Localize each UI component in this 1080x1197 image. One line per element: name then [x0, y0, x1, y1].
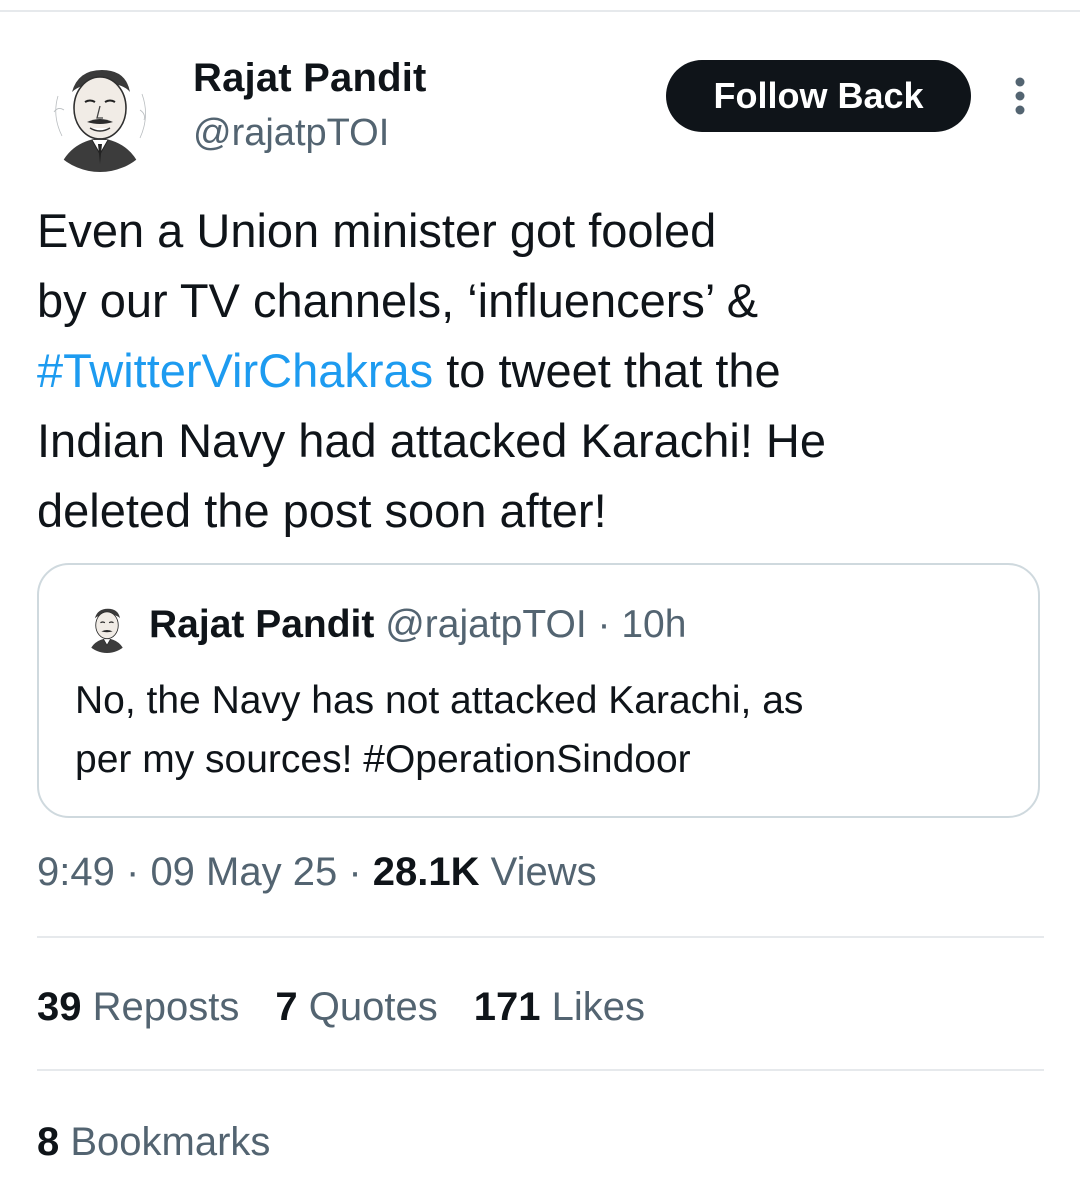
quotes-count: 7: [275, 985, 298, 1029]
meta-separator: ·: [348, 850, 362, 894]
quoted-tweet-card[interactable]: Rajat Pandit @rajatpTOI · 10h No, the Na…: [37, 563, 1040, 818]
quoted-tweet-age: 10h: [621, 603, 687, 646]
quoted-author-handle: @rajatpTOI: [385, 603, 587, 646]
follow-back-button[interactable]: Follow Back: [666, 60, 971, 132]
reposts-count: 39: [37, 985, 82, 1029]
tweet-text-line: by our TV channels, ‘influencers’ &: [37, 274, 759, 327]
quoted-text-line: per my sources! #OperationSindoor: [75, 738, 691, 781]
likes-count: 171: [473, 985, 541, 1029]
views-count: 28.1K: [372, 850, 480, 894]
tweet-text-line: #TwitterVirChakras to tweet that the: [37, 336, 1047, 406]
meta-separator: ·: [597, 603, 611, 646]
views-label: Views: [490, 850, 597, 894]
avatar-sketch-image: [81, 601, 133, 653]
tweet-meta: 9:49 · 09 May 25 · 28.1K Views: [37, 850, 597, 895]
divider: [37, 1069, 1044, 1071]
bookmarks-count: 8: [37, 1120, 60, 1164]
quoted-author-name: Rajat Pandit: [149, 603, 375, 646]
quoted-text-line: No, the Navy has not attacked Karachi, a…: [75, 679, 804, 722]
hashtag-link[interactable]: #TwitterVirChakras: [37, 344, 433, 397]
reposts-label: Reposts: [92, 985, 240, 1029]
author-handle[interactable]: @rajatpTOI: [193, 112, 389, 155]
bookmarks-label: Bookmarks: [70, 1120, 271, 1164]
likes-label: Likes: [551, 985, 645, 1029]
author-display-name[interactable]: Rajat Pandit: [193, 56, 427, 101]
quotes-stat[interactable]: 7 Quotes: [275, 985, 437, 1030]
top-divider: [0, 10, 1080, 12]
tweet-text-line: Even a Union minister got fooled: [37, 204, 717, 257]
vertical-ellipsis-icon: [1015, 77, 1025, 115]
more-options-button[interactable]: [1000, 74, 1040, 118]
quoted-tweet-body: No, the Navy has not attacked Karachi, a…: [75, 671, 1025, 789]
reposts-stat[interactable]: 39 Reposts: [37, 985, 239, 1030]
avatar-sketch-image: [40, 52, 160, 172]
tweet-time[interactable]: 9:49: [37, 850, 115, 894]
likes-stat[interactable]: 171 Likes: [474, 985, 645, 1030]
tweet-text-line: deleted the post soon after!: [37, 484, 607, 537]
engagement-stats: 39 Reposts 7 Quotes 171 Likes: [37, 985, 681, 1030]
quoted-tweet-header: Rajat Pandit @rajatpTOI · 10h: [149, 603, 686, 647]
divider: [37, 936, 1044, 938]
tweet-text-line: Indian Navy had attacked Karachi! He: [37, 414, 827, 467]
quoted-author-avatar: [81, 601, 133, 653]
tweet-date[interactable]: 09 May 25: [150, 850, 337, 894]
tweet-text-fragment: to tweet that the: [433, 344, 781, 397]
meta-separator: ·: [125, 850, 140, 894]
quotes-label: Quotes: [308, 985, 438, 1029]
tweet-body: Even a Union minister got fooled by our …: [37, 196, 1047, 546]
bookmarks-stat[interactable]: 8 Bookmarks: [37, 1120, 270, 1165]
author-avatar[interactable]: [40, 52, 160, 172]
